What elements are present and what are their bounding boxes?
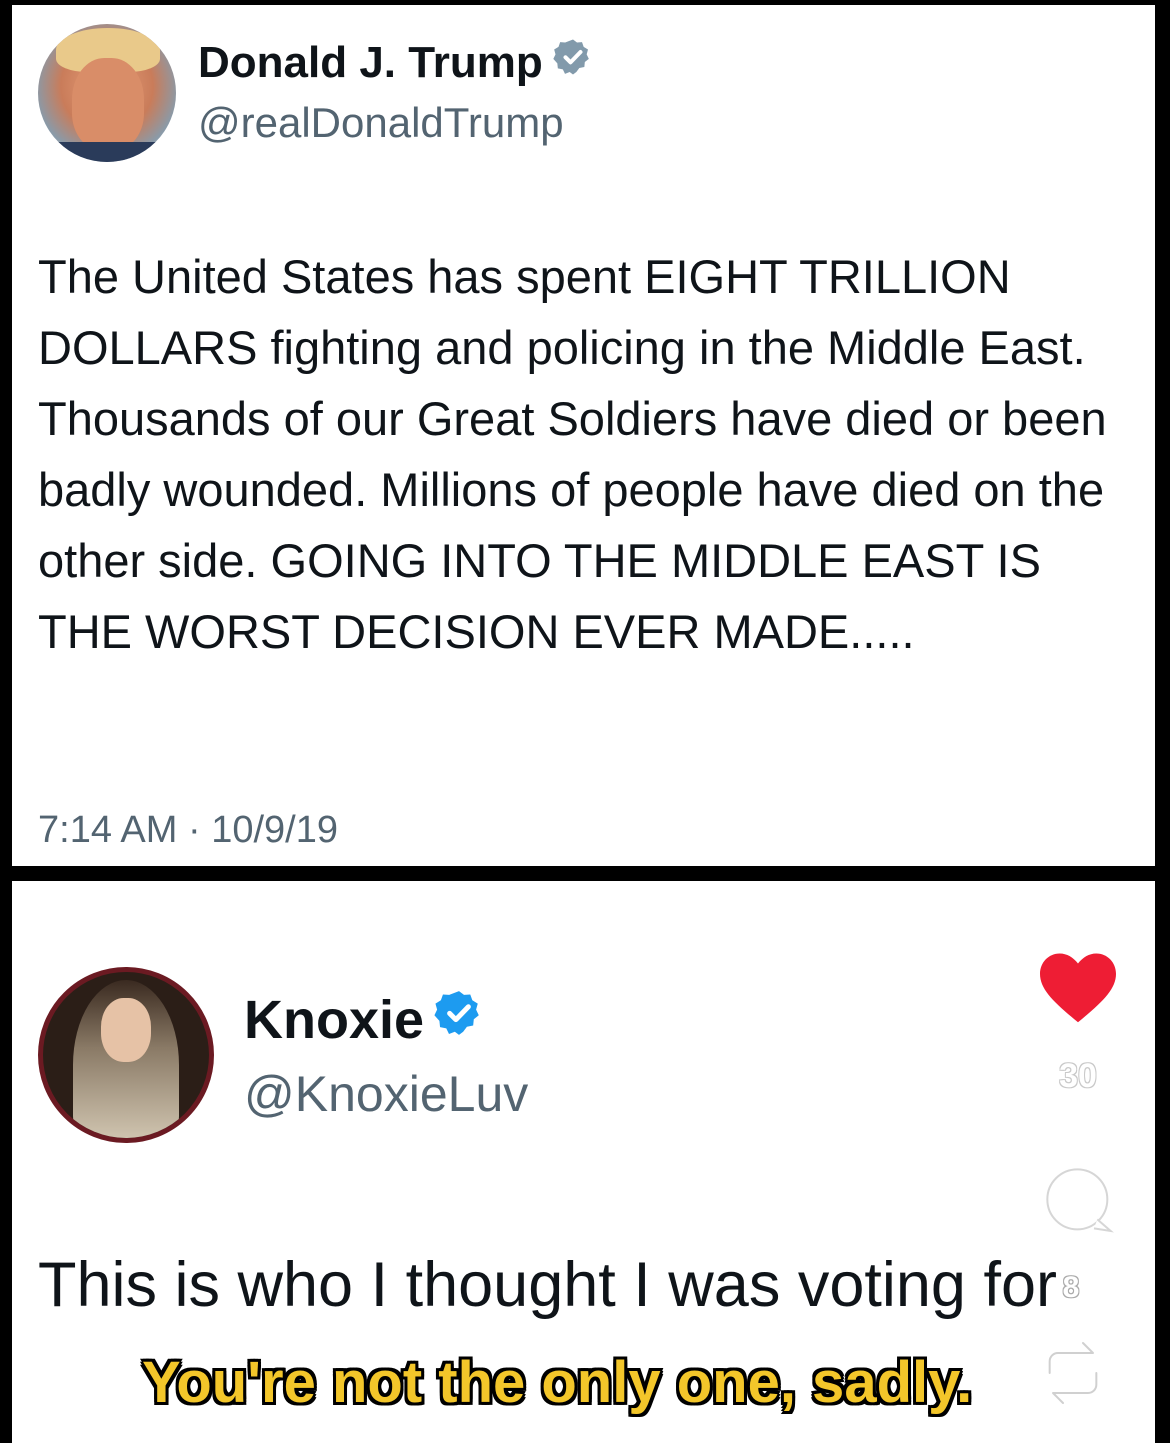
trump-display-name[interactable]: Donald J. Trump [198, 35, 543, 91]
original-tweet-card: Donald J. Trump @realDonaldTrump The Uni… [12, 5, 1155, 866]
video-caption: You're not the only one, sadly. [142, 1350, 973, 1415]
trump-display-name-row[interactable]: Donald J. Trump [198, 35, 593, 91]
trump-tweet-timestamp[interactable]: 7:14 AM · 10/9/19 [38, 809, 338, 852]
knoxie-avatar[interactable] [38, 967, 214, 1143]
gray-verified-badge-icon [553, 35, 593, 91]
knoxie-handle[interactable]: @KnoxieLuv [244, 1065, 528, 1123]
blue-verified-badge-icon [434, 987, 484, 1053]
knoxie-tweet-text: This is who I thought I was voting for [38, 1250, 1057, 1320]
reply-tweet-card: Knoxie @KnoxieLuv This is who I thought … [12, 881, 1155, 1443]
knoxie-display-name[interactable]: Knoxie [244, 987, 424, 1053]
avatar-face [72, 58, 144, 150]
comment-icon[interactable] [1038, 1161, 1120, 1246]
avatar-suit [38, 142, 176, 162]
heart-icon[interactable] [1036, 949, 1120, 1030]
comment-count: 8 [1062, 1271, 1080, 1304]
trump-tweet-text: The United States has spent EIGHT TRILLI… [38, 250, 1107, 658]
avatar-face [101, 998, 151, 1062]
trump-avatar[interactable] [38, 24, 176, 162]
knoxie-display-name-row[interactable]: Knoxie [244, 987, 484, 1053]
share-icon[interactable] [1032, 1333, 1114, 1418]
trump-handle[interactable]: @realDonaldTrump [198, 99, 564, 147]
like-count: 30 [1059, 1057, 1097, 1095]
